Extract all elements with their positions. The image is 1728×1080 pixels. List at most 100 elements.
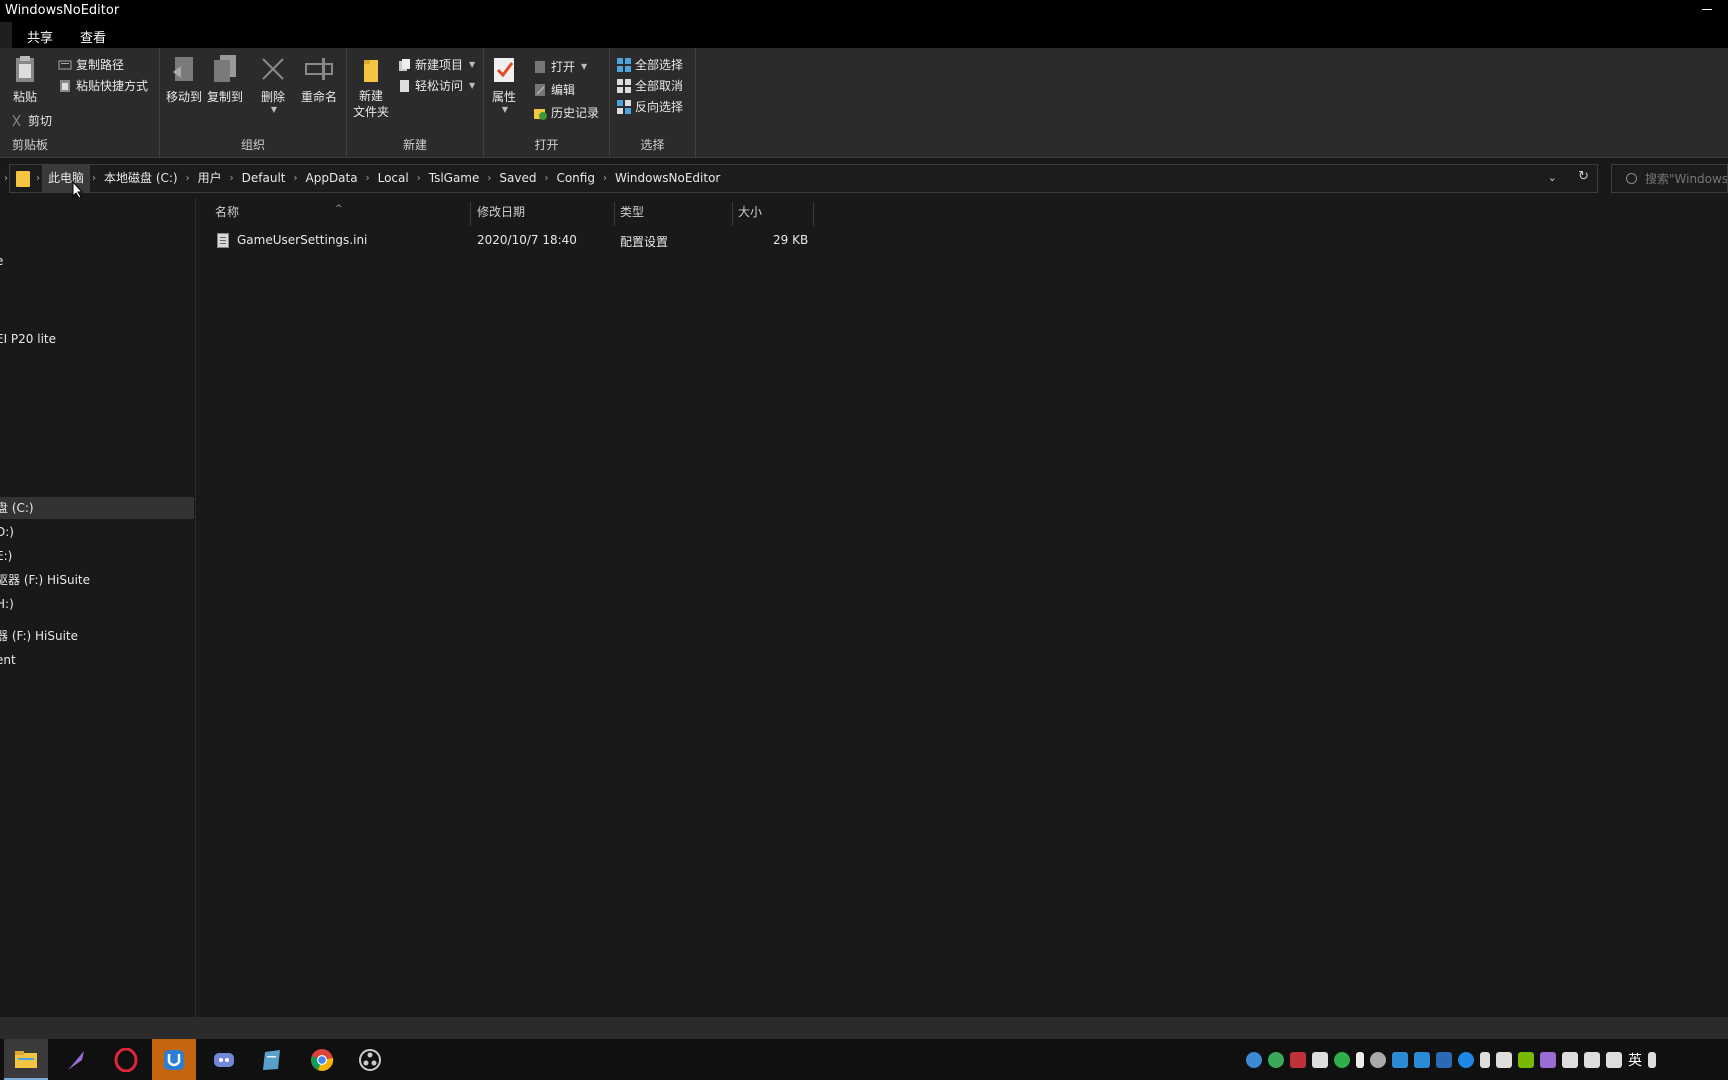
crumb-saved[interactable]: Saved — [493, 165, 542, 192]
nav-item[interactable]: : — [0, 304, 194, 326]
copy-to-button[interactable]: 复制到 — [206, 54, 244, 105]
shield-icon[interactable] — [1436, 1052, 1452, 1068]
crumb-appdata[interactable]: AppData — [300, 165, 364, 192]
paste-button[interactable]: 粘贴 — [10, 54, 40, 105]
microphone-icon[interactable] — [1356, 1052, 1364, 1068]
nav-item-drive-f-hisuite[interactable]: 驱器 (F:) HiSuite — [0, 569, 194, 591]
column-header-date-modified[interactable]: 修改日期 — [470, 202, 614, 222]
easy-access-button[interactable]: 轻松访问 ▼ — [397, 77, 475, 94]
nav-item[interactable]: ent — [0, 649, 194, 671]
chevron-right-icon[interactable]: › — [90, 173, 98, 184]
quill-icon — [68, 1050, 84, 1070]
file-size: 29 KB — [773, 233, 809, 247]
table-row[interactable]: GameUserSettings.ini 2020/10/7 18:40 配置设… — [197, 230, 817, 252]
taskbar-file-explorer[interactable] — [4, 1039, 48, 1080]
quill-icon[interactable] — [1540, 1052, 1556, 1068]
column-header-name[interactable]: 名称 ^ — [197, 202, 470, 222]
select-all-button[interactable]: 全部选择 — [617, 56, 683, 73]
nav-item-drive-h[interactable]: H:) — [0, 593, 194, 615]
nav-item-drive-f-hisuite-2[interactable]: 器 (F:) HiSuite — [0, 625, 194, 647]
keyboard-icon[interactable] — [1648, 1052, 1656, 1068]
chevron-right-icon[interactable]: › — [292, 173, 300, 184]
system-tray: 英 — [1246, 1049, 1728, 1071]
column-header-type[interactable]: 类型 — [614, 202, 732, 222]
taskbar-obs[interactable] — [348, 1039, 392, 1080]
address-bar[interactable]: › › 此电脑 › 本地磁盘 (C:) › 用户 › Default › App… — [4, 164, 1598, 193]
chevron-right-icon[interactable]: › — [228, 173, 236, 184]
copy-path-label: 复制路径 — [76, 58, 125, 72]
history-button[interactable]: 历史记录 — [533, 104, 599, 121]
crumb-tslgame[interactable]: TslGame — [423, 165, 486, 192]
chevron-right-icon[interactable]: › — [184, 173, 192, 184]
usb-icon[interactable] — [1480, 1052, 1490, 1068]
chevron-right-icon[interactable]: › — [415, 173, 423, 184]
history-label: 历史记录 — [551, 106, 600, 120]
crumb-default[interactable]: Default — [236, 165, 292, 192]
nav-item-phone[interactable]: EI P20 lite — [0, 328, 194, 350]
chevron-right-icon[interactable]: › — [485, 173, 493, 184]
tab-file-edge[interactable] — [0, 22, 12, 48]
nav-item-drive-c[interactable]: 盘 (C:) — [0, 497, 194, 519]
copy-path-button[interactable]: 复制路径 — [58, 56, 124, 73]
crumb-users[interactable]: 用户 — [192, 165, 228, 192]
crumb-local[interactable]: Local — [372, 165, 415, 192]
chevron-right-icon[interactable]: › — [364, 173, 372, 184]
column-divider[interactable] — [813, 202, 814, 226]
tray-app-icon[interactable] — [1290, 1052, 1306, 1068]
ini-file-icon — [217, 233, 229, 248]
chevron-right-icon[interactable]: › — [601, 173, 609, 184]
volume-icon[interactable] — [1584, 1052, 1600, 1068]
address-history-dropdown-icon[interactable]: ⌄ — [1548, 171, 1557, 184]
select-none-button[interactable]: 全部取消 — [617, 77, 683, 94]
chevron-right-icon[interactable]: › — [542, 173, 550, 184]
taskbar-quill-app[interactable] — [54, 1039, 98, 1080]
edit-button[interactable]: 编辑 — [533, 81, 575, 98]
refresh-icon[interactable]: ↻ — [1578, 169, 1589, 184]
open-button[interactable]: 打开 ▼ — [533, 58, 587, 75]
discord-icon — [214, 1052, 234, 1067]
select-none-label: 全部取消 — [635, 79, 684, 93]
sort-ascending-icon: ^ — [335, 204, 343, 214]
crumb-windowsnoeditor[interactable]: WindowsNoEditor — [609, 165, 726, 192]
crumb-config[interactable]: Config — [550, 165, 601, 192]
windows-security-icon[interactable] — [1496, 1052, 1512, 1068]
move-to-button[interactable]: 移动到 — [165, 54, 203, 105]
chevron-right-icon[interactable]: › — [34, 173, 42, 184]
tray-app-icon[interactable] — [1268, 1052, 1284, 1068]
cut-button[interactable]: 剪切 — [10, 112, 52, 129]
tray-app-icon[interactable] — [1392, 1052, 1408, 1068]
delete-button[interactable]: 删除 ▼ — [254, 54, 292, 114]
taskbar-discord[interactable] — [202, 1039, 246, 1080]
pen-icon[interactable] — [1606, 1052, 1622, 1068]
minimize-button[interactable] — [1702, 0, 1716, 14]
taskbar-uplay[interactable] — [152, 1039, 196, 1080]
crumb-local-disk-c[interactable]: 本地磁盘 (C:) — [98, 165, 184, 192]
column-header-size[interactable]: 大小 — [732, 202, 812, 222]
nav-item-drive-d[interactable]: D:) — [0, 521, 194, 543]
search-box[interactable] — [1611, 164, 1728, 193]
properties-button[interactable]: 属性 ▼ — [489, 54, 519, 114]
tab-share[interactable]: 共享 — [27, 27, 53, 46]
logitech-icon[interactable] — [1458, 1052, 1474, 1068]
tray-app-icon[interactable] — [1414, 1052, 1430, 1068]
network-icon[interactable] — [1562, 1052, 1578, 1068]
input-language-indicator[interactable]: 英 — [1628, 1050, 1642, 1070]
taskbar-notepad[interactable] — [250, 1039, 294, 1080]
new-item-button[interactable]: 新建项目 ▼ — [397, 56, 475, 73]
paste-shortcut-button[interactable]: 粘贴快捷方式 — [58, 77, 148, 94]
copy-to-icon — [210, 54, 240, 84]
rename-button[interactable]: 重命名 — [298, 54, 340, 105]
nav-item-drive-e[interactable]: E:) — [0, 545, 194, 567]
nvidia-icon[interactable] — [1518, 1052, 1534, 1068]
new-folder-button[interactable]: 新建 文件夹 — [352, 54, 390, 120]
search-input[interactable] — [1645, 171, 1727, 186]
tray-app-icon[interactable] — [1312, 1052, 1328, 1068]
tab-view[interactable]: 查看 — [80, 27, 106, 46]
obs-tray-icon[interactable] — [1370, 1052, 1386, 1068]
nav-item[interactable]: e — [0, 250, 194, 272]
tray-app-icon[interactable] — [1334, 1052, 1350, 1068]
invert-selection-button[interactable]: 反向选择 — [617, 98, 683, 115]
taskbar-chrome[interactable] — [300, 1039, 344, 1080]
tray-app-icon[interactable] — [1246, 1052, 1262, 1068]
taskbar-opera[interactable] — [104, 1039, 148, 1080]
